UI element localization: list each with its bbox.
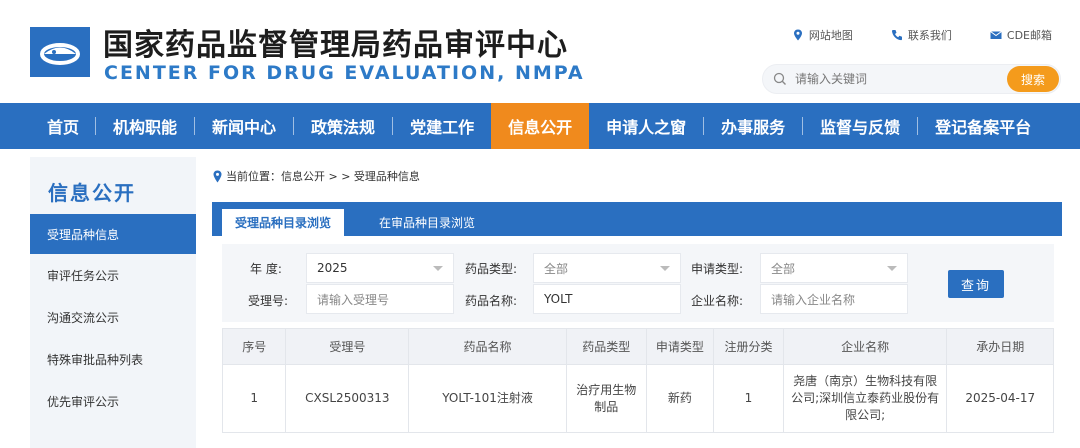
sitemap-label: 网站地图 (808, 29, 853, 42)
sidebar-item-priority-review[interactable]: 优先审评公示 (30, 381, 196, 421)
apply-type-label: 申请类型: (691, 262, 744, 276)
mail-link[interactable]: CDE邮箱 (990, 27, 1052, 43)
column-header-drug-type: 药品类型 (565, 328, 647, 365)
accept-no-input[interactable]: 请输入受理号 (306, 284, 454, 314)
nav-services[interactable]: 办事服务 (704, 103, 802, 149)
drug-name-value: YOLT (544, 292, 573, 306)
column-header-company: 企业名称 (782, 328, 948, 365)
column-header-apply-type: 申请类型 (645, 328, 715, 365)
breadcrumb: 当前位置：信息公开 > > 受理品种信息 (212, 168, 420, 184)
cell-drug-name: YOLT-101注射液 (408, 364, 567, 433)
nav-party[interactable]: 党建工作 (393, 103, 491, 149)
chevron-down-icon (433, 266, 443, 271)
nav-registration[interactable]: 登记备案平台 (918, 103, 1048, 149)
nav-institution[interactable]: 机构职能 (96, 103, 194, 149)
breadcrumb-text: 当前位置：信息公开 > > 受理品种信息 (226, 170, 420, 183)
location-pin-icon (793, 29, 802, 41)
results-table: 序号 受理号 药品名称 药品类型 申请类型 注册分类 企业名称 承办日期 1 C… (221, 328, 1054, 433)
sidebar-item-communication[interactable]: 沟通交流公示 (30, 297, 196, 337)
nav-feedback[interactable]: 监督与反馈 (803, 103, 917, 149)
drug-type-value: 全部 (544, 261, 569, 276)
cell-date: 2025-04-17 (946, 364, 1054, 433)
tab-in-review-catalog[interactable]: 在审品种目录浏览 (362, 209, 492, 236)
column-header-reg-class: 注册分类 (713, 328, 784, 365)
search-button[interactable]: 搜索 (1007, 66, 1059, 92)
company-label: 企业名称: (691, 294, 744, 308)
column-header-date: 承办日期 (946, 328, 1054, 365)
nav-policy[interactable]: 政策法规 (294, 103, 392, 149)
nav-news[interactable]: 新闻中心 (195, 103, 293, 149)
column-header-accept-no: 受理号 (285, 328, 410, 365)
search-box: 搜索 (762, 64, 1061, 94)
site-title-cn: 国家药品监督管理局药品审评中心 (103, 28, 568, 63)
tab-accepted-catalog[interactable]: 受理品种目录浏览 (222, 209, 344, 236)
cell-index: 1 (221, 364, 287, 433)
table-header-row: 序号 受理号 药品名称 药品类型 申请类型 注册分类 企业名称 承办日期 (221, 328, 1054, 365)
tab-bar: 受理品种目录浏览 在审品种目录浏览 (212, 202, 1062, 236)
chevron-down-icon (660, 266, 670, 271)
top-links: 网站地图 联系我们 CDE邮箱 (792, 27, 1052, 43)
apply-type-select[interactable]: 全部 (760, 253, 908, 283)
cde-logo-icon[interactable] (30, 27, 90, 77)
site-header: 国家药品监督管理局药品审评中心 CENTER FOR DRUG EVALUATI… (0, 0, 1080, 103)
nav-info-public[interactable]: 信息公开 (491, 103, 590, 149)
cell-company: 尧唐（南京）生物科技有限公司;深圳信立泰药业股份有限公司; (782, 364, 948, 433)
search-input[interactable] (795, 70, 975, 88)
main-nav: 首页 机构职能 新闻中心 政策法规 党建工作 信息公开 申请人之窗 办事服务 监… (0, 103, 1080, 149)
cell-reg-class: 1 (713, 364, 784, 433)
site-title-en: CENTER FOR DRUG EVALUATION, NMPA (104, 62, 585, 84)
sidebar-item-accepted-varieties[interactable]: 受理品种信息 (30, 214, 196, 254)
cell-accept-no: CXSL2500313 (285, 364, 410, 433)
sidebar: 信息公开 受理品种信息 审评任务公示 沟通交流公示 特殊审批品种列表 优先审评公… (30, 157, 196, 448)
nav-home[interactable]: 首页 (0, 103, 95, 149)
nav-applicant[interactable]: 申请人之窗 (589, 103, 703, 149)
column-header-drug-name: 药品名称 (408, 328, 567, 365)
year-value: 2025 (317, 261, 348, 275)
sidebar-item-review-tasks[interactable]: 审评任务公示 (30, 255, 196, 295)
chevron-down-icon (887, 266, 897, 271)
filter-panel: 年 度: 2025 药品类型: 全部 申请类型: 全部 受理号: 请输入受理号 … (222, 244, 1054, 322)
sidebar-title: 信息公开 (48, 181, 136, 205)
column-header-index: 序号 (221, 328, 287, 365)
accept-no-placeholder: 请输入受理号 (317, 292, 390, 307)
accept-no-label: 受理号: (248, 294, 289, 308)
year-label: 年 度: (250, 262, 282, 276)
year-select[interactable]: 2025 (306, 253, 454, 283)
table-row[interactable]: 1 CXSL2500313 YOLT-101注射液 治疗用生物制品 新药 1 尧… (221, 364, 1054, 433)
drug-name-label: 药品名称: (465, 294, 518, 308)
drug-type-select[interactable]: 全部 (533, 253, 681, 283)
contact-link[interactable]: 联系我们 (891, 27, 952, 43)
search-icon (773, 72, 786, 85)
location-pin-icon (213, 170, 222, 182)
phone-icon (891, 30, 902, 41)
drug-type-label: 药品类型: (465, 262, 518, 276)
apply-type-value: 全部 (771, 261, 796, 276)
cell-apply-type: 新药 (645, 364, 715, 433)
cell-drug-type: 治疗用生物制品 (565, 364, 647, 433)
drug-name-input[interactable]: YOLT (533, 284, 681, 314)
company-input[interactable]: 请输入企业名称 (760, 284, 908, 314)
company-placeholder: 请输入企业名称 (771, 292, 856, 307)
query-button[interactable]: 查询 (948, 270, 1004, 298)
sitemap-link[interactable]: 网站地图 (792, 27, 853, 43)
mail-label: CDE邮箱 (1006, 29, 1052, 42)
mail-icon (990, 31, 1002, 39)
sidebar-item-special-approval[interactable]: 特殊审批品种列表 (30, 339, 196, 379)
contact-label: 联系我们 (907, 29, 952, 42)
